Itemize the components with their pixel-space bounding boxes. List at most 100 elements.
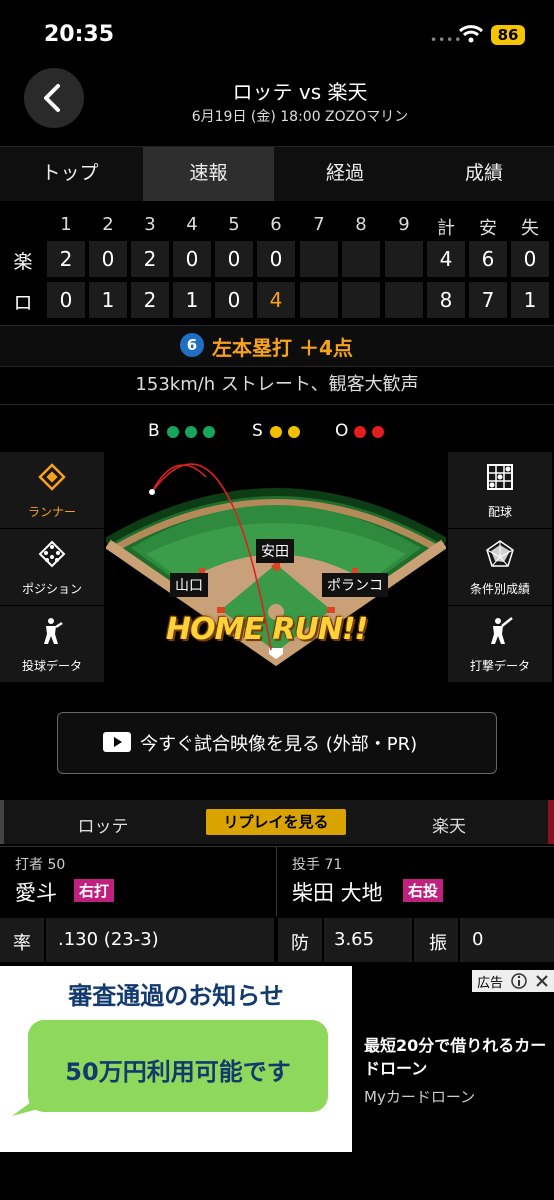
runner-button[interactable]: ランナー [0,452,104,528]
tab-top[interactable]: トップ [0,147,140,201]
ad-badge-label: 広告 [477,976,504,991]
strikeout-label: 振 [429,933,447,954]
score-cell [385,282,423,318]
inning-header: 5 [228,214,240,235]
score-cell: 0 [47,282,85,318]
pitcher-name[interactable]: 柴田 大地 [292,877,383,907]
inning-header: 8 [355,214,367,235]
position-button[interactable]: ポジション [0,529,104,605]
team-color-bar [548,800,554,844]
score-cell: 1 [173,282,211,318]
score-cell: 0 [215,241,253,277]
score-cell: 0 [215,282,253,318]
score-cell-current: 4 [257,282,295,318]
ball-dot [185,426,197,438]
positions-icon [38,540,66,568]
team-label-rakuten: 楽 [13,251,33,273]
score-cell [300,282,338,318]
strike-label: S [252,421,263,441]
ball-dot [167,426,179,438]
batting-average-value: .130 (23-3) [58,929,159,950]
score-cell [385,241,423,277]
diamond-icon [38,463,66,491]
score-cell [342,241,380,277]
batter-hand-badge: 右打 [74,879,115,902]
ad-banner[interactable]: 審査通過のお知らせ 50万円利用可能です [0,966,352,1152]
score-cell [300,241,338,277]
split-stats-button[interactable]: 条件別成績 [448,529,552,605]
pitch-data-button[interactable]: 投球データ [0,606,104,682]
score-cell: 2 [131,282,169,318]
ad-bubble-text: 50万円利用可能です [65,1058,291,1086]
team-switch-bar: ロッテ リプレイを見る 楽天 [0,800,554,844]
total-header-hits: 安 [479,218,497,239]
play-result: 左本塁打 ＋4点 [212,336,353,360]
divider [0,404,554,405]
score-cell: 2 [47,241,85,277]
team-tab-lotte[interactable]: ロッテ [0,812,206,837]
batting-data-label: 打撃データ [469,659,530,673]
count-indicator: B S O [0,410,554,450]
score-cell: 0 [89,241,127,277]
tab-live[interactable]: 速報 [143,147,274,201]
total-header-runs: 計 [437,218,455,239]
clock: 20:35 [44,22,115,47]
play-icon [103,732,131,752]
pitch-data-label: 投球データ [21,659,82,673]
team-tab-rakuten[interactable]: 楽天 [346,812,552,837]
home-run-banner: HOME RUN!! [166,612,368,647]
strike-dot [288,426,300,438]
inning-header: 7 [313,214,325,235]
split-stats-label: 条件別成績 [469,582,530,596]
game-info: 6月19日 (金) 18:00 ZOZOマリン [191,109,409,125]
ad-title: 審査通過のお知らせ [68,982,284,1010]
battery-indicator: 86 [491,25,525,45]
wifi-icon [458,25,484,43]
ad-source: Myカードローン [364,1088,476,1106]
inning-badge: 6 [180,333,204,357]
player-label-right: ポランコ [322,573,388,597]
total-errors-cell: 0 [511,241,549,277]
pitcher-label: 投手 71 [292,857,343,873]
close-icon[interactable] [533,972,551,990]
total-hits-cell: 6 [469,241,507,277]
tab-progress[interactable]: 経過 [276,147,414,201]
replay-button[interactable]: リプレイを見る [206,809,346,835]
strikeout-value: 0 [472,929,484,950]
bubble-tail-icon [12,1094,42,1116]
page-title: ロッテ vs 楽天 [232,80,368,104]
team-label-lotte: ロ [13,292,33,314]
score-cell [342,282,380,318]
grid-icon [487,464,513,490]
batter-label: 打者 50 [15,857,66,873]
total-runs-cell: 4 [427,241,465,277]
batter-name[interactable]: 愛斗 [15,877,57,907]
out-label: O [335,421,349,441]
inning-header: 4 [186,214,198,235]
ad-copy[interactable]: 広告 最短20分で借りれるカードローン Myカードローン [352,966,554,1152]
divider [276,846,277,916]
player-label-shortstop: 安田 [256,539,294,563]
info-icon[interactable] [510,972,528,990]
divider [0,846,554,847]
status-bar: 20:35 •••• 86 [0,0,554,70]
chevron-left-icon [44,84,60,112]
batting-average-label: 率 [13,933,31,954]
radar-icon [486,540,514,567]
pitch-chart-button[interactable]: 配球 [448,452,552,528]
tab-stats[interactable]: 成績 [414,147,554,201]
runner-label: ランナー [27,505,76,519]
field-view: 安田 山口 ポランコ HOME RUN!! [103,452,449,680]
ball-dot [203,426,215,438]
back-button[interactable] [24,68,84,128]
total-hits-cell: 7 [469,282,507,318]
player-label-left: 山口 [170,573,208,597]
score-cell: 2 [131,241,169,277]
strike-dot [270,426,282,438]
inning-header: 3 [144,214,156,235]
out-dot [354,426,366,438]
batting-data-button[interactable]: 打撃データ [448,606,552,682]
position-label: ポジション [21,582,82,596]
inning-header: 2 [102,214,114,235]
ball-label: B [148,421,160,441]
